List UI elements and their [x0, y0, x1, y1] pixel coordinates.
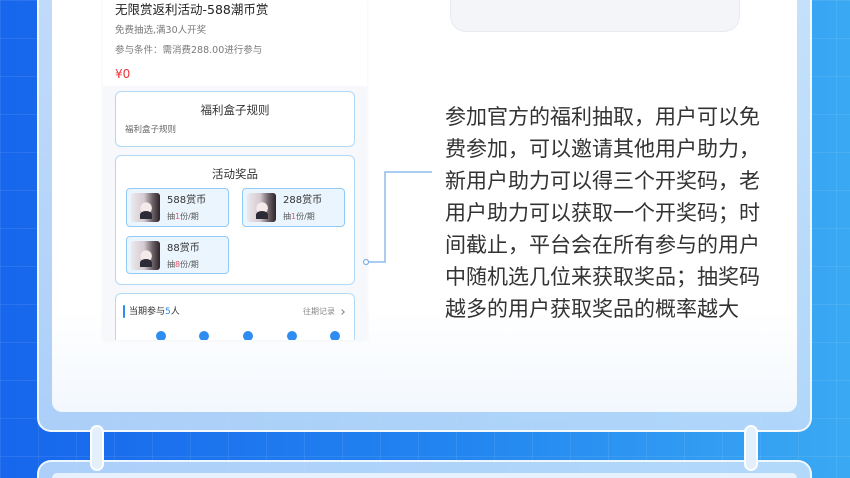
prize-quantity: 抽8份/期 [167, 260, 199, 270]
description-line: 间截止，平台会在所有参与的用户 [445, 233, 760, 257]
prize-quantity: 抽1份/期 [283, 212, 315, 222]
activity-header: 无限赏返利活动-588潮币赏 免费抽选,满30人开奖 参与条件：需消费288.0… [103, 0, 367, 86]
participant-avatar[interactable] [243, 331, 253, 340]
prize-name: 588赏币 [167, 195, 207, 206]
participant-avatar[interactable] [330, 331, 340, 340]
participant-avatar[interactable] [199, 331, 209, 340]
chevron-right-icon [339, 309, 345, 315]
prizes-card: 活动奖品 588赏币 抽1份/期 288赏币 抽1份/期 88赏币 抽8份/期 [115, 155, 355, 285]
next-panel-inner [52, 473, 797, 478]
activity-price: ¥0 [115, 67, 131, 81]
qty-prefix: 抽 [167, 212, 175, 221]
qty-suffix: 份/期 [180, 260, 199, 269]
activity-title: 无限赏返利活动-588潮币赏 [115, 2, 269, 17]
connector-pill-left [90, 425, 104, 471]
history-link-label: 往期记录 [303, 307, 335, 316]
prize-item[interactable]: 288赏币 抽1份/期 [242, 188, 345, 227]
feature-description: 参加官方的福利抽取，用户可以免 费参加，可以邀请其他用户助力， 新用户助力可以得… [445, 101, 775, 325]
participants-label: 当期参与5人 [129, 306, 180, 318]
description-line: 费参加，可以邀请其他用户助力， [445, 137, 760, 161]
prize-avatar-icon [131, 193, 160, 222]
participant-avatar[interactable] [156, 331, 166, 340]
description-line: 新用户助力可以得三个开奖码，老 [445, 169, 760, 193]
prize-name: 288赏币 [283, 195, 323, 206]
rules-card[interactable]: 福利盒子规则 福利盒子规则 [115, 91, 355, 147]
qty-suffix: 份/期 [296, 212, 315, 221]
history-link[interactable]: 往期记录 [303, 306, 345, 318]
description-line: 参加官方的福利抽取，用户可以免 [445, 105, 760, 129]
prize-item[interactable]: 588赏币 抽1份/期 [126, 188, 229, 227]
prize-item[interactable]: 88赏币 抽8份/期 [126, 236, 229, 274]
qty-prefix: 抽 [167, 260, 175, 269]
rules-content: 福利盒子规则 [125, 125, 177, 135]
next-glass-panel [37, 460, 812, 478]
prizes-title: 活动奖品 [212, 167, 258, 181]
section-accent-bar [123, 305, 125, 318]
participants-card: 当期参与5人 往期记录 [115, 293, 355, 340]
activity-condition: 参与条件：需消费288.00进行参与 [115, 45, 263, 56]
qty-prefix: 抽 [283, 212, 291, 221]
prize-quantity: 抽1份/期 [167, 212, 199, 222]
prize-avatar-icon [247, 193, 276, 222]
description-line: 越多的用户获取奖品的概率越大 [445, 297, 739, 321]
participant-avatar[interactable] [287, 331, 297, 340]
qty-suffix: 份/期 [180, 212, 199, 221]
description-line: 中随机选几位来获取奖品；抽奖码 [445, 265, 760, 289]
description-line: 用户助力可以获取一个开奖码；时 [445, 201, 760, 225]
participants-prefix: 当期参与 [129, 307, 166, 317]
participants-suffix: 人 [170, 307, 180, 317]
top-preview-box [450, 0, 740, 32]
connector-pill-right [744, 425, 758, 471]
activity-subtitle: 免费抽选,满30人开奖 [115, 25, 207, 36]
prize-name: 88赏币 [167, 243, 200, 254]
prize-avatar-icon [131, 241, 160, 270]
phone-mockup: 无限赏返利活动-588潮币赏 免费抽选,满30人开奖 参与条件：需消费288.0… [103, 0, 367, 340]
rules-title: 福利盒子规则 [200, 103, 270, 117]
